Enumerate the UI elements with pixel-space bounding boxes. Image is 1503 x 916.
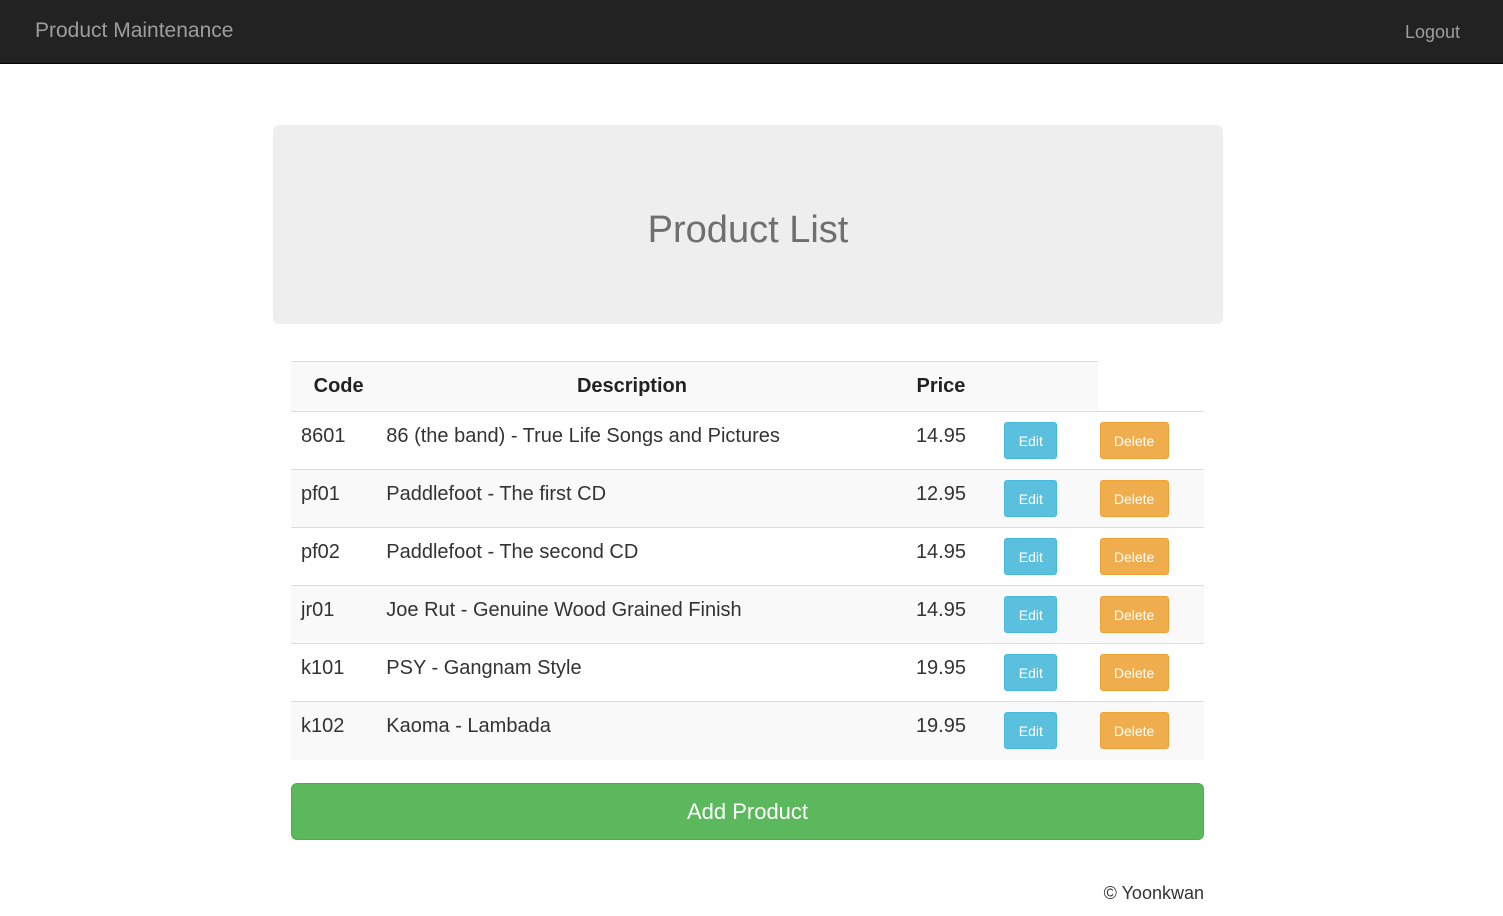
column-header-price: Price	[877, 361, 1005, 412]
table-row: pf01 Paddlefoot - The first CD 12.95 Edit De…	[291, 469, 1204, 528]
cell-price: 14.95	[877, 585, 1005, 644]
column-header-description: Description	[386, 361, 878, 412]
table-body: 8601 86 (the band) - True Life Songs and …	[291, 411, 1204, 760]
cell-edit: Edit	[1004, 643, 1098, 702]
cell-code: pf02	[291, 527, 387, 586]
cell-edit: Edit	[1004, 469, 1098, 528]
navbar: Product Maintenance Logout	[0, 0, 1503, 64]
column-header-code: Code	[291, 361, 387, 412]
delete-button[interactable]: Delete	[1099, 596, 1169, 633]
table-row: jr01 Joe Rut - Genuine Wood Grained Finis…	[291, 585, 1204, 644]
cell-description: Paddlefoot - The second CD	[386, 527, 878, 586]
edit-button[interactable]: Edit	[1004, 596, 1058, 633]
cell-description: PSY - Gangnam Style	[386, 643, 878, 702]
table-row: k102 Kaoma - Lambada 19.95 Edit Delete	[291, 701, 1204, 760]
cell-description: Joe Rut - Genuine Wood Grained Finish	[386, 585, 878, 644]
cell-description: 86 (the band) - True Life Songs and Pict…	[386, 425, 780, 447]
table-row: pf02 Paddlefoot - The second CD 14.95 Edit D…	[291, 527, 1204, 586]
edit-button[interactable]: Edit	[1004, 654, 1058, 691]
cell-edit: Edit	[1004, 701, 1098, 760]
cell-delete: Delete	[1097, 643, 1204, 702]
edit-button[interactable]: Edit	[1004, 712, 1058, 749]
cell-price: 19.95	[877, 701, 1005, 760]
table-header-row: Code Description Price	[291, 361, 1204, 412]
edit-button[interactable]: Edit	[1004, 480, 1058, 517]
cell-code: pf01	[291, 469, 387, 528]
add-product-button[interactable]: Add Product	[291, 783, 1204, 840]
cell-description: Kaoma - Lambada	[386, 701, 878, 760]
page-title: Product List	[647, 209, 849, 251]
cell-price: 12.95	[877, 469, 1005, 528]
delete-button[interactable]: Delete	[1099, 538, 1169, 575]
cell-code: jr01	[291, 585, 387, 644]
cell-code: 8601	[301, 425, 346, 447]
cell-price: 14.95	[877, 527, 1005, 586]
delete-button[interactable]: Delete	[1099, 654, 1169, 691]
footer-copyright: © Yoonkwan	[1103, 883, 1204, 903]
delete-button[interactable]: Delete	[1099, 422, 1169, 459]
cell-code: k101	[291, 643, 387, 702]
product-table-container: Code Description Price 8601 86 (the band)…	[291, 361, 1204, 760]
product-table: Code Description Price 8601 86 (the band)…	[291, 361, 1204, 760]
cell-price: 19.95	[877, 643, 1005, 702]
table-row: 8601 86 (the band) - True Life Songs and …	[291, 411, 1204, 470]
logout-link[interactable]: Logout	[1405, 21, 1460, 43]
cell-delete: Delete	[1097, 701, 1204, 760]
table-row: k101 PSY - Gangnam Style 19.95 Edit Delete	[291, 643, 1204, 702]
cell-delete: Delete	[1097, 469, 1204, 528]
cell-delete: Delete	[1097, 585, 1204, 644]
cell-code: k102	[291, 701, 387, 760]
column-header-delete	[1097, 361, 1204, 412]
cell-edit: Edit	[1004, 412, 1097, 470]
navbar-brand[interactable]: Product Maintenance	[35, 18, 233, 44]
cell-description: Paddlefoot - The first CD	[386, 469, 878, 528]
delete-button[interactable]: Delete	[1099, 480, 1169, 517]
cell-edit: Edit	[1004, 585, 1098, 644]
column-header-edit	[1004, 361, 1098, 412]
cell-delete: Delete	[1098, 412, 1204, 470]
delete-button[interactable]: Delete	[1099, 712, 1169, 749]
edit-button[interactable]: Edit	[1004, 422, 1058, 459]
jumbotron: Product List	[273, 125, 1223, 324]
cell-price: 14.95	[915, 425, 966, 447]
cell-delete: Delete	[1097, 527, 1204, 586]
edit-button[interactable]: Edit	[1004, 538, 1058, 575]
cell-edit: Edit	[1004, 527, 1098, 586]
